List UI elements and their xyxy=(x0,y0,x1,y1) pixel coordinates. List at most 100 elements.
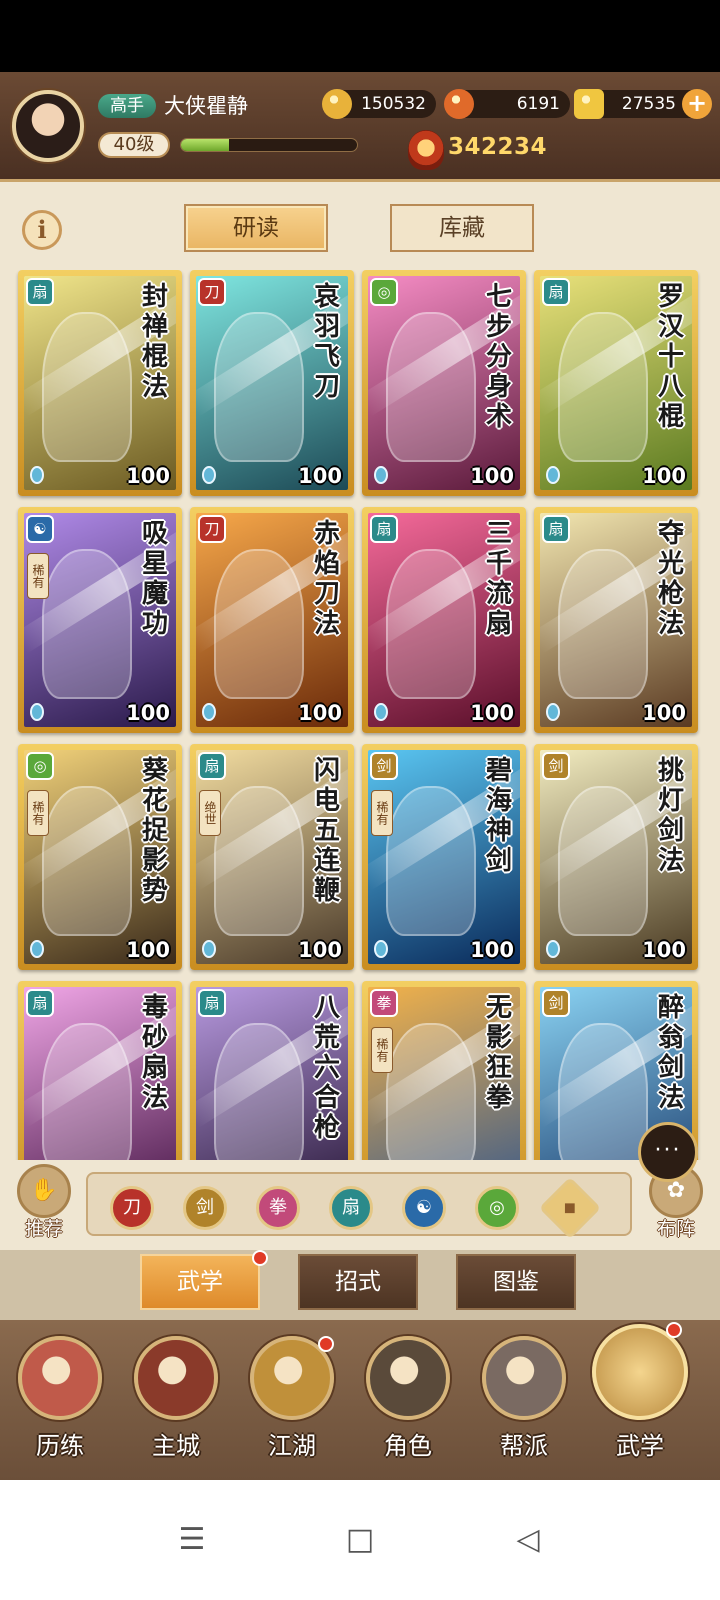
guild-icon xyxy=(482,1336,566,1420)
menu-icon[interactable]: ☰ xyxy=(172,1520,212,1560)
info-button[interactable]: i xyxy=(22,210,62,250)
exp-bar xyxy=(180,138,358,152)
nav-item[interactable]: 帮派 xyxy=(474,1336,574,1474)
martial-art-card[interactable]: 扇 三千流扇 100 xyxy=(362,507,526,733)
flame-token-counter[interactable]: 6191 xyxy=(444,89,570,119)
nav-item[interactable]: 主城 xyxy=(126,1336,226,1474)
filter-bar: ✋ 推荐 刀剑拳扇 ☯ ◎ ◆ ✿ 布阵 xyxy=(0,1160,720,1250)
tab-read[interactable]: 研读 xyxy=(184,204,328,252)
martial-art-card[interactable]: 扇 闪电五连鞭 绝世 100 xyxy=(190,744,354,970)
blade-filter-icon[interactable]: 刀 xyxy=(110,1186,154,1230)
card-level: 100 xyxy=(126,701,170,725)
element-drop-icon xyxy=(546,940,560,958)
nav-label: 主城 xyxy=(152,1432,200,1460)
character-figure xyxy=(386,312,476,462)
martial-art-card[interactable]: ☯ 吸星魔功 稀有 100 xyxy=(18,507,182,733)
nav-item[interactable]: 武学 xyxy=(590,1322,690,1474)
fan-type-icon: 扇 xyxy=(198,989,226,1017)
martial-art-card[interactable]: 扇 八荒六合枪 xyxy=(190,981,354,1165)
character-figure xyxy=(386,1023,476,1165)
martial-art-card[interactable]: 扇 夺光枪法 100 xyxy=(534,507,698,733)
card-level: 100 xyxy=(642,464,686,488)
element-drop-icon xyxy=(202,940,216,958)
sword-type-icon: 剑 xyxy=(542,752,570,780)
sword-filter-icon[interactable]: 剑 xyxy=(183,1186,227,1230)
notification-dot xyxy=(252,1250,268,1266)
notification-dot xyxy=(318,1336,334,1352)
character-figure xyxy=(42,549,132,699)
martial-art-card[interactable]: ◎ 七步分身术 100 xyxy=(362,270,526,496)
recommend-button[interactable]: ✋ 推荐 xyxy=(12,1164,76,1244)
character-figure xyxy=(42,786,132,936)
element-drop-icon xyxy=(374,466,388,484)
character-figure xyxy=(558,1023,648,1165)
sword-type-icon: 剑 xyxy=(542,989,570,1017)
card-level: 100 xyxy=(298,464,342,488)
element-drop-icon xyxy=(30,466,44,484)
swirl-type-icon: ◎ xyxy=(370,278,398,306)
blade-type-icon: 刀 xyxy=(198,278,226,306)
subtab-codex[interactable]: 图鉴 xyxy=(456,1254,576,1310)
card-title: 夺光枪法 xyxy=(657,519,684,639)
card-level: 100 xyxy=(470,464,514,488)
card-art: ◎ 葵花捉影势 稀有 100 xyxy=(24,750,176,964)
card-art: 扇 闪电五连鞭 绝世 100 xyxy=(196,750,348,964)
home-icon[interactable]: □ xyxy=(340,1520,380,1560)
subtab-moves[interactable]: 招式 xyxy=(298,1254,418,1310)
character-figure xyxy=(214,786,304,936)
nav-item[interactable]: 角色 xyxy=(358,1336,458,1474)
nav-label: 江湖 xyxy=(268,1432,316,1460)
martial-art-card[interactable]: ◎ 葵花捉影势 稀有 100 xyxy=(18,744,182,970)
card-art: 扇 罗汉十八棍 100 xyxy=(540,276,692,490)
fan-type-icon: 扇 xyxy=(542,515,570,543)
martial-art-card[interactable]: 扇 毒砂扇法 xyxy=(18,981,182,1165)
martial-art-card[interactable]: 刀 哀羽飞刀 100 xyxy=(190,270,354,496)
card-art: 刀 哀羽飞刀 100 xyxy=(196,276,348,490)
nav-item[interactable]: 江湖 xyxy=(242,1336,342,1474)
martial-art-card[interactable]: 剑 碧海神剑 稀有 100 xyxy=(362,744,526,970)
card-level: 100 xyxy=(470,938,514,962)
nav-label: 帮派 xyxy=(500,1432,548,1460)
character-figure xyxy=(42,1023,132,1165)
character-icon xyxy=(366,1336,450,1420)
martial-art-card[interactable]: 扇 罗汉十八棍 100 xyxy=(534,270,698,496)
diamond-filter-icon[interactable]: ◆ xyxy=(538,1176,602,1240)
card-title: 封禅棍法 xyxy=(141,282,168,402)
fan-type-icon: 扇 xyxy=(26,989,54,1017)
element-drop-icon xyxy=(546,466,560,484)
fan-filter-icon[interactable]: 扇 xyxy=(329,1186,373,1230)
chat-button[interactable]: ··· xyxy=(638,1122,698,1182)
subtab-martial-arts[interactable]: 武学 xyxy=(140,1254,260,1310)
fist-filter-icon[interactable]: 拳 xyxy=(256,1186,300,1230)
character-figure xyxy=(42,312,132,462)
gold-ingot-counter[interactable]: 27535 + xyxy=(574,89,712,119)
nav-label: 历练 xyxy=(36,1432,84,1460)
card-title: 哀羽飞刀 xyxy=(313,282,340,402)
card-title: 罗汉十八棍 xyxy=(657,282,684,432)
sub-tabs: 武学 招式 图鉴 xyxy=(0,1250,720,1320)
card-art: 刀 赤焰刀法 100 xyxy=(196,513,348,727)
player-avatar[interactable] xyxy=(12,90,84,162)
swirl-filter-icon[interactable]: ◎ xyxy=(475,1186,519,1230)
yinyang-filter-icon[interactable]: ☯ xyxy=(402,1186,446,1230)
rarity-tag: 绝世 xyxy=(199,790,221,836)
city-icon xyxy=(134,1336,218,1420)
element-drop-icon xyxy=(546,703,560,721)
back-icon[interactable]: ◁ xyxy=(508,1520,548,1560)
tab-store[interactable]: 库藏 xyxy=(390,204,534,252)
nav-item[interactable]: 历练 xyxy=(10,1336,110,1474)
coin-counter[interactable]: 150532 xyxy=(322,89,436,119)
character-figure xyxy=(214,1023,304,1165)
martial-art-card[interactable]: 刀 赤焰刀法 100 xyxy=(190,507,354,733)
power-value: 342234 xyxy=(448,134,548,160)
martial-art-card[interactable]: 扇 封禅棍法 100 xyxy=(18,270,182,496)
martial-art-card[interactable]: 拳 无影狂拳 稀有 xyxy=(362,981,526,1165)
status-bar xyxy=(0,0,720,72)
card-title: 赤焰刀法 xyxy=(313,519,340,639)
character-figure xyxy=(214,312,304,462)
sword-type-icon: 剑 xyxy=(370,752,398,780)
add-gold-button[interactable]: + xyxy=(682,89,712,119)
martial-arts-grid: 扇封禅棍法 100 刀哀羽飞刀 100 ◎ 七步分身术 100 扇罗汉十八棍 100 ☯ 吸星魔功稀… xyxy=(14,270,714,1165)
type-filter-track: 刀剑拳扇 ☯ ◎ ◆ xyxy=(86,1172,632,1240)
martial-art-card[interactable]: 剑 挑灯剑法 100 xyxy=(534,744,698,970)
